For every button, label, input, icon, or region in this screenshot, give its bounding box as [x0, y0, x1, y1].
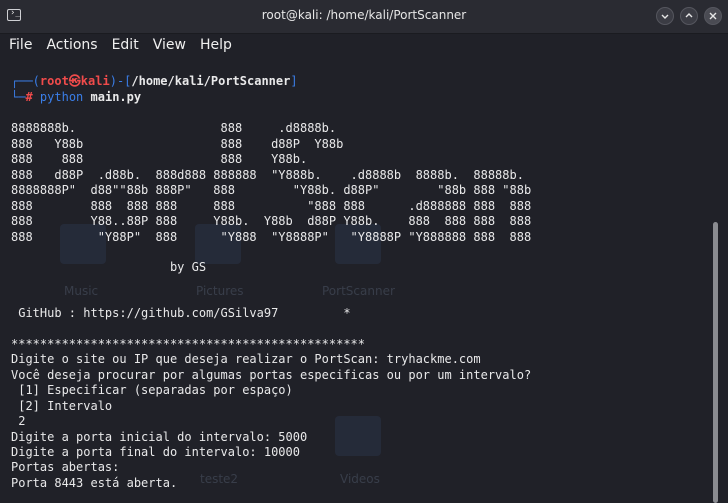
prompt-top-left: ┌──(	[11, 74, 40, 88]
menu-help[interactable]: Help	[200, 37, 232, 53]
prompt-mid: )-[	[109, 74, 132, 88]
minimize-button[interactable]	[656, 7, 674, 25]
output-line-2: Digite o site ou IP que deseja realizar …	[11, 352, 481, 366]
output-line-4: [1] Especificar (separadas por espaço)	[11, 383, 293, 397]
banner-line-2: 888 Y88b 888 d88P Y88b	[11, 137, 344, 151]
prompt-user: root㉿kali	[39, 74, 110, 88]
maximize-button[interactable]	[680, 7, 698, 25]
maximize-icon	[685, 13, 693, 18]
menu-bar: File Actions Edit View Help	[0, 34, 728, 56]
close-button[interactable]	[704, 7, 722, 25]
menu-edit[interactable]: Edit	[112, 37, 139, 53]
terminal-window: ›_ root@kali: /home/kali/PortScanner Fil…	[0, 0, 728, 503]
prompt-path: /home/kali/PortScanner	[131, 74, 291, 88]
banner-line-1: 8888888b. 888 .d8888b.	[11, 121, 337, 135]
github-line: GitHub : https://github.com/GSilva97 *	[11, 306, 351, 320]
banner-line-5: 8888888P" d88""88b 888P" 888 "Y88b. d88P…	[11, 183, 532, 197]
terminal-output[interactable]: ┌──(root㉿kali)-[/home/kali/PortScanner] …	[0, 60, 708, 503]
output-line-10: Porta 8443 está aberta.	[11, 476, 178, 490]
prompt-line-1: ┌──(root㉿kali)-[/home/kali/PortScanner]	[11, 74, 298, 89]
byline: by GS	[11, 260, 207, 274]
window-controls	[656, 7, 722, 25]
command-arg: main.py	[90, 90, 142, 104]
scrollbar-thumb[interactable]	[713, 222, 718, 503]
menu-view[interactable]: View	[153, 37, 186, 53]
output-line-6: 2	[11, 414, 26, 428]
output-line-3: Você deseja procurar por algumas portas …	[11, 368, 532, 382]
menu-file[interactable]: File	[9, 37, 32, 53]
menu-actions[interactable]: Actions	[46, 37, 97, 53]
banner-line-4: 888 d88P .d88b. 888d888 888888 "Y888b. .…	[11, 168, 524, 182]
output-line-1: ****************************************…	[11, 337, 366, 351]
prompt-line-2: └─# python main.py	[11, 90, 141, 105]
prompt-bottom-left: └─	[11, 90, 26, 104]
prompt-end: ]	[290, 74, 298, 88]
banner-line-3: 888 888 888 Y88b.	[11, 152, 308, 166]
output-line-9: Portas abertas:	[11, 460, 120, 474]
window-title: root@kali: /home/kali/PortScanner	[261, 8, 467, 22]
output-line-8: Digite a porta final do intervalo: 10000	[11, 445, 300, 459]
command-name: python	[39, 90, 84, 104]
output-line-7: Digite a porta inicial do intervalo: 500…	[11, 430, 308, 444]
banner-line-7: 888 Y88..88P 888 Y88b. Y88b d88P Y88b. 8…	[11, 214, 532, 228]
banner-line-6: 888 888 888 888 888 "888 888 .d888888 88…	[11, 199, 532, 213]
close-icon	[709, 12, 717, 20]
banner-line-8: 888 "Y88P" 888 "Y888 "Y8888P" "Y8888P "Y…	[11, 230, 532, 244]
output-line-5: [2] Intervalo	[11, 399, 113, 413]
title-bar[interactable]: ›_ root@kali: /home/kali/PortScanner	[0, 0, 728, 34]
prompt-hash: #	[25, 90, 33, 104]
minimize-icon	[661, 14, 669, 19]
